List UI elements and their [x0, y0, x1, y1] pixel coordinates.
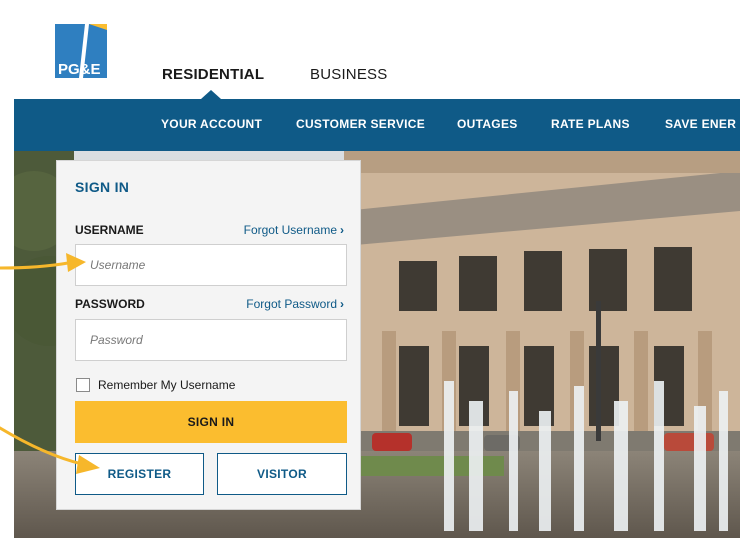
nav-rate-plans[interactable]: RATE PLANS	[551, 117, 630, 131]
pge-logo[interactable]: PG&E	[55, 24, 107, 78]
nav-outages[interactable]: OUTAGES	[457, 117, 518, 131]
username-field	[75, 244, 347, 286]
site-header: PG&E RESIDENTIAL BUSINESS	[14, 8, 740, 99]
nav-save-energy[interactable]: SAVE ENER	[665, 117, 736, 131]
sign-in-button[interactable]: SIGN IN	[75, 401, 347, 443]
nav-customer-service[interactable]: CUSTOMER SERVICE	[296, 117, 425, 131]
remember-username-checkbox[interactable]	[76, 378, 90, 392]
username-label: USERNAME	[75, 223, 144, 237]
sign-in-title: SIGN IN	[75, 179, 130, 195]
logo-text: PG&E	[58, 61, 101, 78]
register-button[interactable]: REGISTER	[75, 453, 204, 495]
forgot-password-text: Forgot Password	[246, 297, 337, 311]
active-tab-caret	[201, 90, 221, 99]
nav-your-account[interactable]: YOUR ACCOUNT	[161, 117, 262, 131]
chevron-right-icon: ›	[340, 223, 344, 237]
tab-business[interactable]: BUSINESS	[310, 66, 387, 83]
password-field	[75, 319, 347, 361]
forgot-username-text: Forgot Username	[243, 223, 337, 237]
forgot-password-link[interactable]: Forgot Password ›	[246, 297, 344, 311]
forgot-username-link[interactable]: Forgot Username ›	[244, 223, 344, 237]
sign-in-panel: SIGN IN USERNAME Forgot Username› PASSWO…	[56, 160, 361, 510]
remember-username-label[interactable]: Remember My Username	[98, 378, 235, 392]
tab-residential[interactable]: RESIDENTIAL	[162, 66, 264, 83]
password-input[interactable]	[76, 320, 346, 360]
chevron-right-icon: ›	[340, 297, 344, 311]
page-frame: PG&E RESIDENTIAL BUSINESS YOUR ACCOUNT C…	[14, 8, 740, 538]
visitor-button[interactable]: VISITOR	[217, 453, 347, 495]
main-nav: YOUR ACCOUNT CUSTOMER SERVICE OUTAGES RA…	[14, 99, 740, 151]
password-label: PASSWORD	[75, 297, 145, 311]
username-input[interactable]	[76, 245, 346, 285]
